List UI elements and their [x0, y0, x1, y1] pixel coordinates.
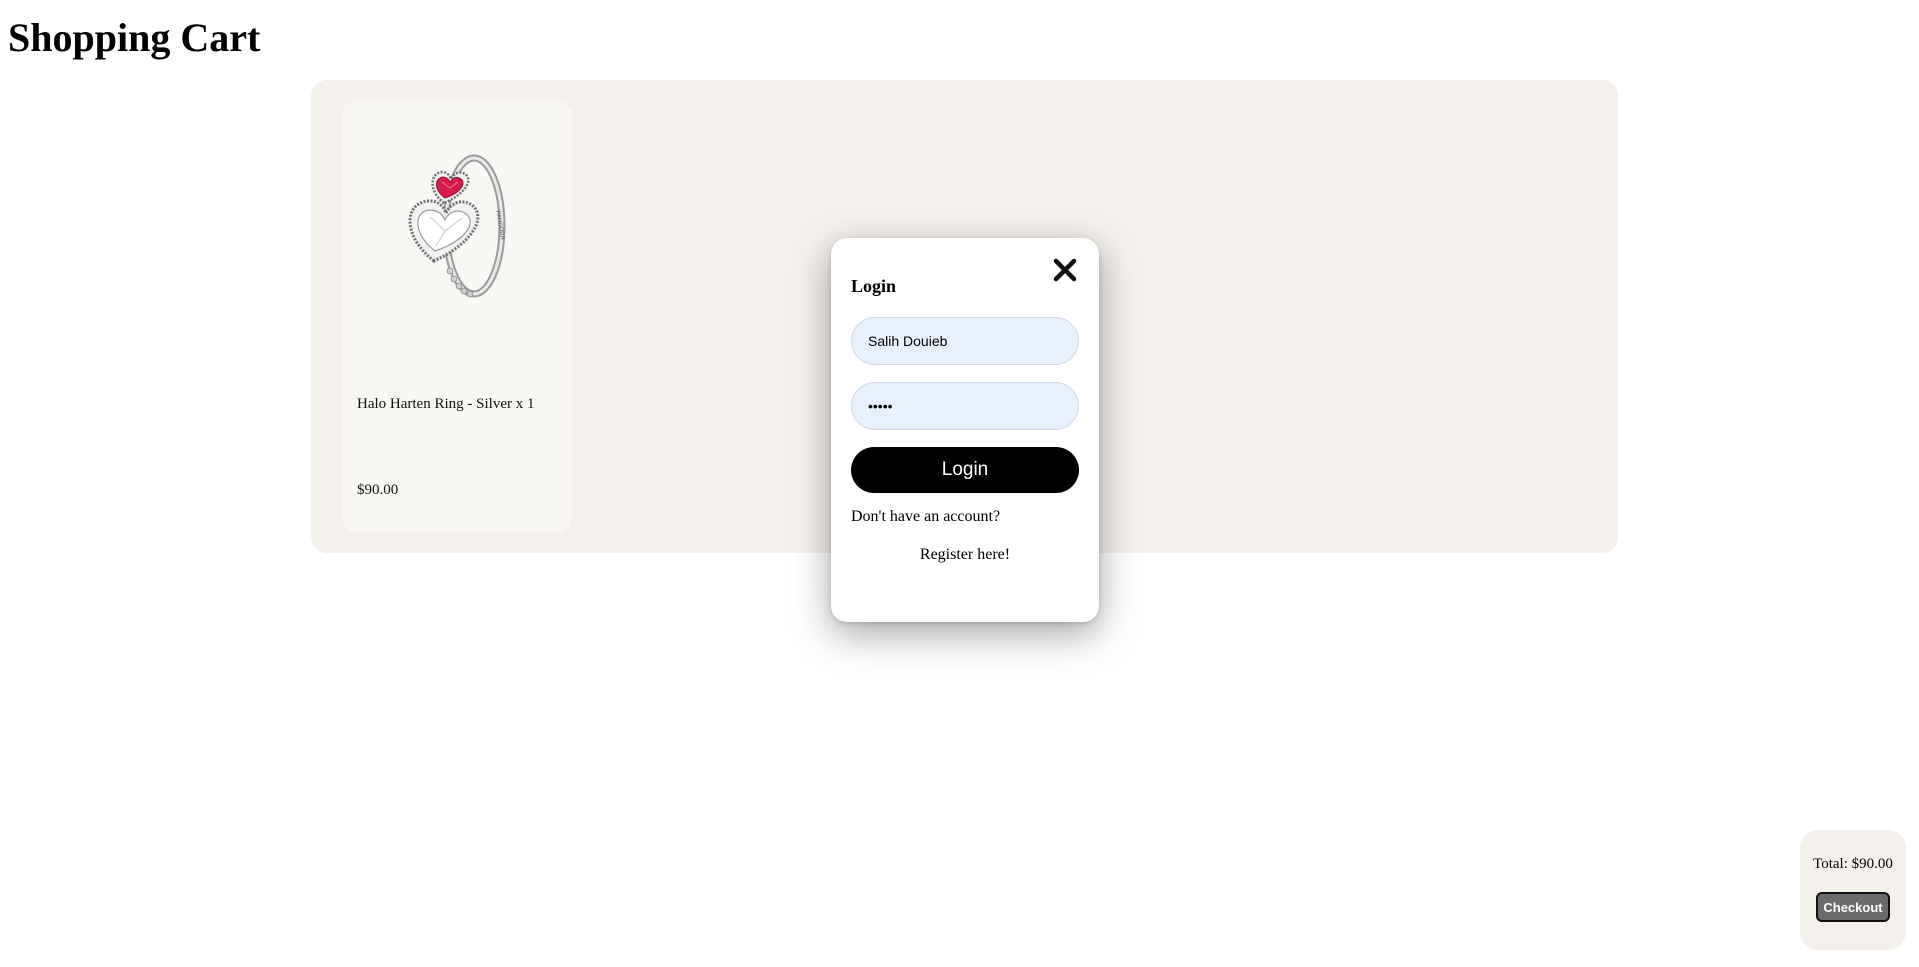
product-card[interactable]: PANDORA Halo Harten Ring - Silver x 1 $9…	[342, 101, 572, 532]
checkout-button[interactable]: Checkout	[1816, 892, 1890, 922]
no-account-text: Don't have an account?	[851, 508, 1001, 525]
cart-total: Total: $90.00	[1813, 856, 1893, 872]
cart-summary: Total: $90.00 Checkout	[1800, 830, 1906, 950]
close-icon[interactable]	[1051, 256, 1079, 284]
product-name: Halo Harten Ring - Silver x 1	[357, 396, 535, 412]
login-title: Login	[851, 276, 897, 296]
login-button[interactable]: Login	[851, 447, 1079, 493]
login-modal: Login Login Don't have an account? Regis…	[831, 238, 1099, 622]
heart-ring-image: PANDORA	[408, 154, 506, 298]
password-input[interactable]	[851, 382, 1079, 430]
username-input[interactable]	[851, 317, 1079, 365]
page-title: Shopping Cart	[8, 15, 261, 60]
product-price: $90.00	[357, 482, 399, 498]
register-link[interactable]: Register here!	[831, 546, 1099, 564]
